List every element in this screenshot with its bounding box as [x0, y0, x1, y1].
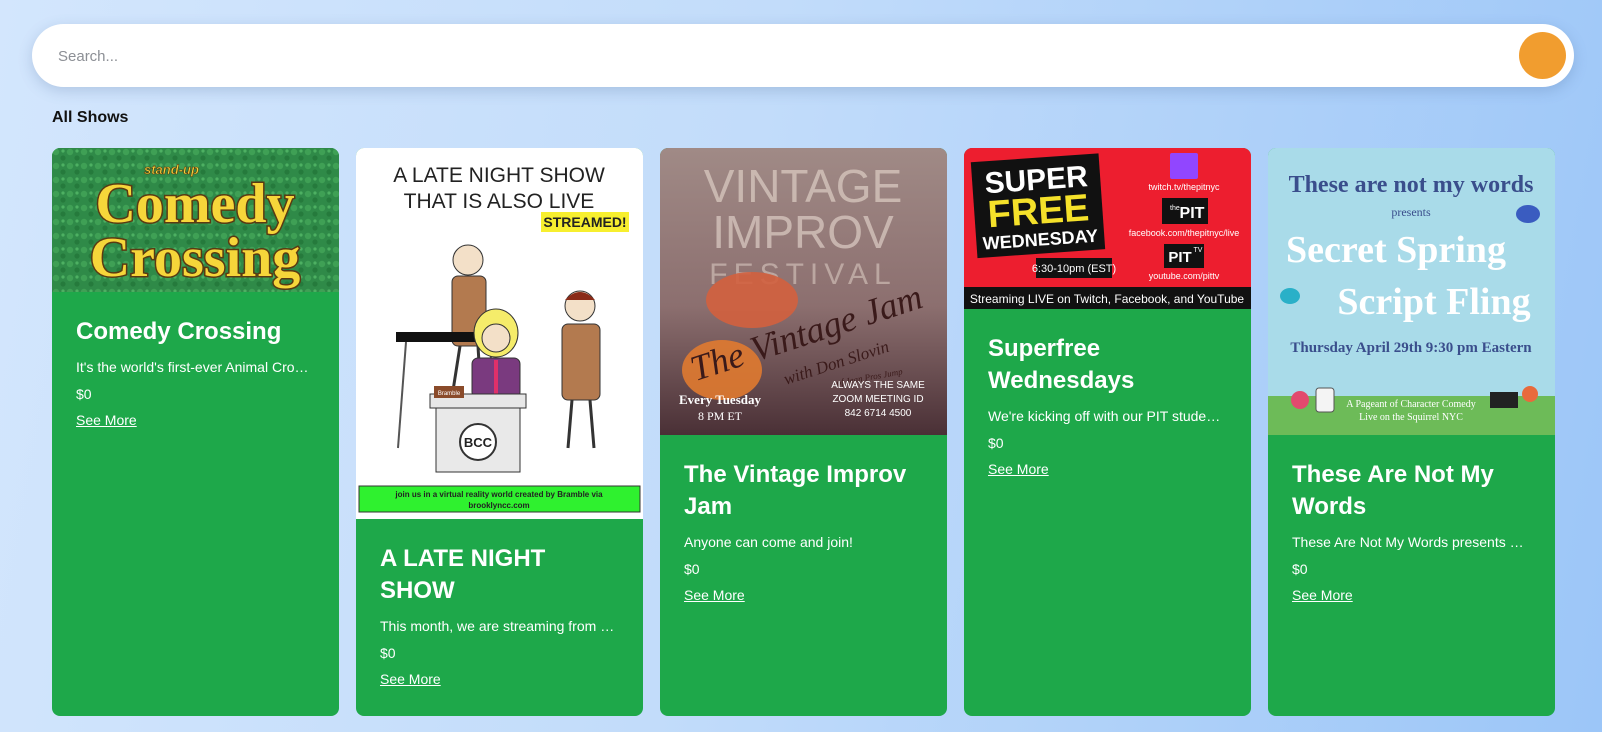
show-poster-vintage-improv-jam[interactable]: VINTAGE IMPROV FESTIVAL The Vintage Jam …	[660, 148, 947, 435]
poster-twitch: twitch.tv/thepitnyc	[1148, 182, 1220, 192]
show-description: These Are Not My Words presents Secret S…	[1292, 534, 1531, 550]
section-title: All Shows	[52, 109, 129, 126]
poster-date: Thursday April 29th 9:30 pm Eastern	[1290, 340, 1532, 356]
poster-zoom1: ALWAYS THE SAME	[831, 380, 925, 391]
poster-day: Every Tuesday	[679, 392, 761, 407]
poster-time: 6:30-10pm (EST)	[1032, 263, 1116, 275]
desk-tag: Bramble	[438, 391, 461, 397]
poster-streaming: Streaming LIVE on Twitch, Facebook, and …	[970, 292, 1245, 306]
search-button[interactable]	[1519, 32, 1566, 79]
poster-line2: Script Fling	[1337, 281, 1530, 323]
show-title: The Vintage Improv Jam	[684, 461, 907, 520]
poster-time: 8 PM ET	[698, 409, 743, 423]
see-more-link[interactable]: See More	[380, 671, 441, 687]
show-poster-not-my-words[interactable]: These are not my words presents Secret S…	[1268, 148, 1555, 435]
poster-footer1: join us in a virtual reality world creat…	[394, 490, 603, 499]
poster-line2: THAT IS ALSO LIVE	[404, 190, 595, 213]
show-card[interactable]: stand-up Comedy Crossing Comedy Crossing…	[52, 148, 339, 716]
poster-youtube: youtube.com/pittv	[1149, 271, 1220, 281]
show-title: A LATE NIGHT SHOW	[380, 545, 546, 604]
poster-facebook: facebook.com/thepitnyc/live	[1129, 228, 1240, 238]
poster-tv: TV	[1194, 247, 1203, 254]
poster-pit: PIT	[1180, 205, 1205, 222]
show-description: It's the world's first-ever Animal Cross…	[76, 359, 315, 375]
poster-foot2: Live on the Squirrel NYC	[1359, 412, 1463, 423]
poster-line1: Secret Spring	[1286, 229, 1506, 271]
poster-top: These are not my words	[1289, 172, 1534, 198]
show-price: $0	[684, 561, 700, 577]
show-title: Superfree Wednesdays	[988, 335, 1135, 394]
show-description: This month, we are streaming from a virt…	[380, 618, 619, 634]
poster-footer2: brooklyncc.com	[468, 501, 529, 510]
show-poster-comedy-crossing[interactable]: stand-up Comedy Crossing	[52, 148, 339, 292]
poster-pittv: PIT	[1168, 249, 1191, 266]
poster-badge: STREAMED!	[543, 214, 626, 230]
poster-bg2: IMPROV	[712, 206, 894, 258]
poster-line2: Crossing	[90, 227, 301, 289]
show-price: $0	[76, 386, 92, 402]
see-more-link[interactable]: See More	[1292, 587, 1353, 603]
show-description: We're kicking off with our PIT student s…	[988, 408, 1227, 424]
show-poster-late-night-show[interactable]: A LATE NIGHT SHOW THAT IS ALSO LIVE STRE…	[356, 148, 643, 519]
show-title: These Are Not My Words	[1292, 461, 1494, 520]
poster-line1: Comedy	[95, 173, 294, 235]
show-title: Comedy Crossing	[76, 318, 282, 345]
show-card[interactable]: SUPER FREE WEDNESDAY 6:30-10pm (EST) twi…	[964, 148, 1251, 716]
see-more-link[interactable]: See More	[988, 461, 1049, 477]
search-input[interactable]	[56, 24, 1500, 89]
show-price: $0	[1292, 561, 1308, 577]
show-card[interactable]: These are not my words presents Secret S…	[1268, 148, 1555, 716]
poster-zoom3: 842 6714 4500	[845, 408, 912, 419]
show-price: $0	[380, 645, 396, 661]
show-card[interactable]: VINTAGE IMPROV FESTIVAL The Vintage Jam …	[660, 148, 947, 716]
see-more-link[interactable]: See More	[76, 412, 137, 428]
show-description: Anyone can come and join!	[684, 534, 853, 550]
poster-presents: presents	[1391, 205, 1431, 219]
show-card[interactable]: A LATE NIGHT SHOW THAT IS ALSO LIVE STRE…	[356, 148, 643, 716]
show-poster-superfree-wednesdays[interactable]: SUPER FREE WEDNESDAY 6:30-10pm (EST) twi…	[964, 148, 1251, 309]
show-price: $0	[988, 435, 1004, 451]
poster-bg1: VINTAGE	[704, 160, 903, 212]
desk-logo: BCC	[464, 435, 493, 450]
poster-foot1: A Pageant of Character Comedy	[1346, 399, 1475, 410]
search-bar	[32, 24, 1574, 89]
see-more-link[interactable]: See More	[684, 587, 745, 603]
poster-line1: A LATE NIGHT SHOW	[393, 164, 605, 187]
poster-zoom2: ZOOM MEETING ID	[832, 394, 923, 405]
poster-pit-the: the	[1170, 205, 1180, 212]
